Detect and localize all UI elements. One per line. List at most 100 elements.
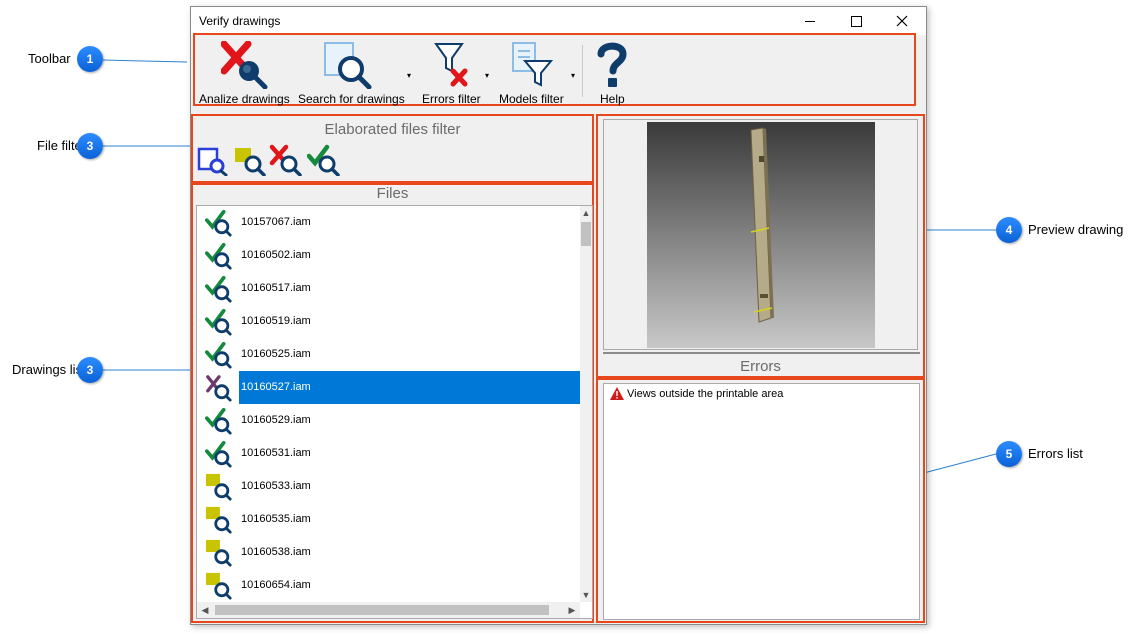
scroll-left-icon[interactable]: ◀ — [197, 602, 213, 618]
ok-search-icon — [205, 407, 232, 435]
errors-panel: Views outside the printable area — [596, 378, 925, 623]
search-dropdown-arrow-icon[interactable]: ▾ — [407, 71, 411, 80]
pending-search-icon — [205, 506, 232, 534]
ok-search-icon — [205, 209, 232, 237]
window-title: Verify drawings — [199, 14, 281, 28]
error-search-icon — [269, 144, 302, 177]
ok-search-icon — [205, 440, 232, 468]
filter-pending-button[interactable] — [233, 146, 267, 177]
file-name: 10160535.iam — [241, 513, 311, 525]
close-button[interactable] — [879, 7, 925, 35]
file-list-item[interactable]: 10160535.iam — [197, 503, 582, 536]
filter-ok-button[interactable] — [306, 144, 341, 177]
errors-filter-dropdown-arrow-icon[interactable]: ▾ — [485, 71, 489, 80]
file-list-item[interactable]: 10160531.iam — [197, 437, 582, 470]
callout-badge-4: 4 — [996, 217, 1022, 243]
models-filter-dropdown-arrow-icon[interactable]: ▾ — [571, 71, 575, 80]
preview-panel: Errors — [596, 114, 925, 378]
close-icon — [896, 15, 908, 27]
verify-drawings-window: Verify drawings Analize drawings Search … — [190, 6, 927, 625]
analyze-drawings-label: Analize drawings — [199, 92, 290, 106]
errors-list[interactable]: Views outside the printable area — [603, 383, 920, 620]
callout-badge-3: 3 — [77, 357, 103, 383]
file-name: 10160531.iam — [241, 447, 311, 459]
errors-title: Errors — [740, 358, 781, 375]
files-panel: Files 10157067.iam 10160502.iam 10160517.i… — [191, 183, 594, 623]
callout-badge-5: 5 — [996, 441, 1022, 467]
file-name: 10160527.iam — [241, 381, 311, 393]
file-name: 10160519.iam — [241, 315, 311, 327]
scroll-up-icon[interactable]: ▲ — [580, 206, 592, 220]
toolbar-separator — [582, 45, 583, 97]
file-list-item[interactable]: 10160527.iam — [197, 371, 582, 404]
file-name: 10160538.iam — [241, 546, 311, 558]
callout-label-preview: Preview drawing — [1028, 222, 1124, 237]
file-list-item[interactable]: 10160517.iam — [197, 272, 582, 305]
file-name: 10157067.iam — [241, 216, 311, 228]
file-filter-title: Elaborated files filter — [324, 121, 461, 138]
file-name: 10160517.iam — [241, 282, 311, 294]
filter-edit-button[interactable] — [197, 146, 229, 177]
pending-search-icon — [205, 473, 232, 501]
horizontal-scrollbar[interactable]: ◀ ▶ — [197, 602, 580, 618]
file-name: 10160529.iam — [241, 414, 311, 426]
file-list-item[interactable]: 10160529.iam — [197, 404, 582, 437]
models-filter-icon — [512, 42, 554, 87]
search-drawings-button[interactable]: Search for drawings — [295, 39, 405, 106]
files-list[interactable]: 10157067.iam 10160502.iam 10160517.iam 1016… — [196, 205, 593, 619]
maximize-icon — [850, 15, 862, 27]
minimize-button[interactable] — [787, 7, 833, 35]
ok-search-icon — [205, 242, 232, 270]
preview-divider — [603, 352, 920, 354]
callout-label-drawings-list: Drawings list — [12, 362, 86, 377]
callout-label-toolbar: Toolbar — [28, 51, 71, 66]
vertical-scrollbar[interactable]: ▲ ▼ — [580, 206, 592, 602]
errors-filter-button[interactable]: Errors filter — [419, 39, 483, 106]
scroll-down-icon[interactable]: ▼ — [580, 588, 592, 602]
error-item-text: Views outside the printable area — [627, 388, 784, 400]
ok-search-icon — [306, 144, 340, 177]
file-name: 10160525.iam — [241, 348, 311, 360]
file-list-item[interactable]: 10160538.iam — [197, 536, 582, 569]
maximize-button[interactable] — [833, 7, 879, 35]
title-bar: Verify drawings — [191, 7, 926, 35]
part-preview-graphic — [750, 127, 774, 323]
file-filter-panel: Elaborated files filter — [191, 114, 594, 183]
error-search-icon — [206, 375, 232, 402]
filter-errors-button[interactable] — [269, 144, 303, 177]
files-title: Files — [376, 185, 409, 202]
errors-filter-icon — [434, 43, 468, 87]
error-item[interactable]: Views outside the printable area — [610, 387, 910, 403]
file-list-item[interactable]: 10160525.iam — [197, 338, 582, 371]
file-name: 10160533.iam — [241, 480, 311, 492]
search-drawings-icon — [324, 42, 372, 89]
scroll-right-icon[interactable]: ▶ — [564, 602, 580, 618]
horizontal-scroll-thumb[interactable] — [215, 605, 549, 615]
warning-icon — [610, 387, 624, 400]
models-filter-label: Models filter — [499, 92, 564, 106]
ok-search-icon — [205, 341, 232, 369]
pending-search-icon — [205, 572, 232, 600]
help-icon — [597, 42, 627, 87]
callout-badge-2: 3 — [77, 133, 103, 159]
analyze-drawings-button[interactable]: Analize drawings — [197, 39, 290, 106]
file-list-item[interactable]: 10160533.iam — [197, 470, 582, 503]
pending-search-icon — [235, 148, 266, 177]
preview-drawing — [603, 119, 918, 350]
file-list-item[interactable]: 10157067.iam — [197, 206, 582, 239]
errors-filter-label: Errors filter — [422, 92, 481, 106]
file-name: 10160654.iam — [241, 579, 311, 591]
pending-search-icon — [205, 539, 232, 567]
vertical-scroll-thumb[interactable] — [581, 222, 591, 246]
file-list-item[interactable]: 10160502.iam — [197, 239, 582, 272]
file-name: 10160502.iam — [241, 249, 311, 261]
ok-search-icon — [205, 275, 232, 303]
models-filter-button[interactable]: Models filter — [495, 39, 571, 106]
help-button[interactable]: Help — [591, 39, 631, 106]
minimize-icon — [805, 20, 815, 22]
search-drawings-label: Search for drawings — [298, 92, 405, 106]
file-list-item[interactable]: 10160654.iam — [197, 569, 582, 602]
file-list-item[interactable]: 10160519.iam — [197, 305, 582, 338]
analyze-icon — [221, 41, 268, 89]
pencil-search-icon — [197, 147, 228, 177]
